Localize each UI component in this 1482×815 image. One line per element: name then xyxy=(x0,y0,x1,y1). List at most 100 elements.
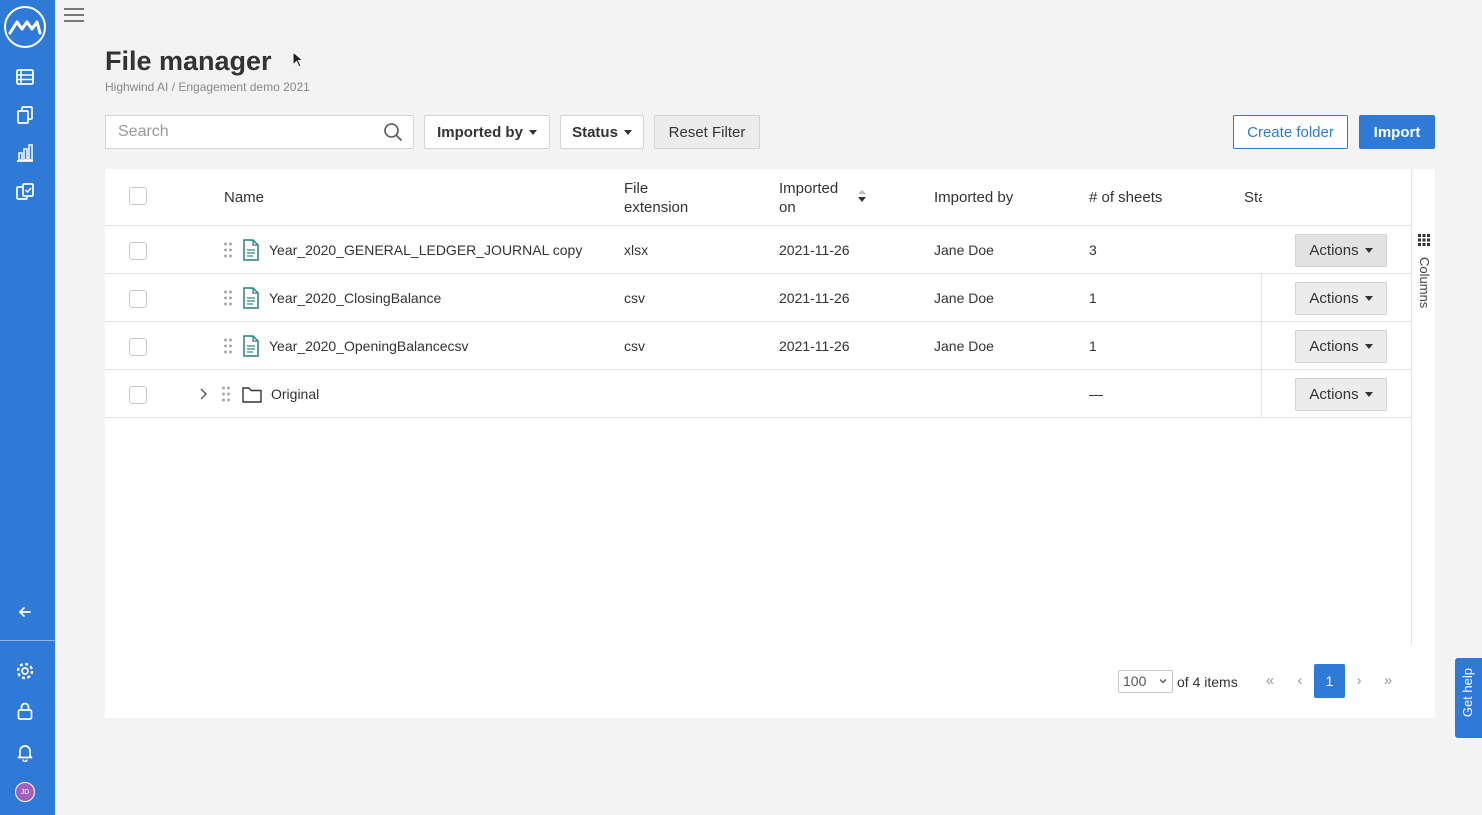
caret-down-icon xyxy=(1364,296,1373,301)
breadcrumb[interactable]: Highwind AI / Engagement demo 2021 xyxy=(105,80,310,94)
columns-panel-toggle[interactable]: Columns xyxy=(1411,169,1435,645)
checklist-icon[interactable] xyxy=(13,180,37,204)
bell-icon[interactable] xyxy=(13,740,37,764)
row-checkbox[interactable] xyxy=(129,338,147,356)
actions-button[interactable]: Actions xyxy=(1295,330,1387,363)
sheet-count: 3 xyxy=(1089,242,1097,258)
file-icon xyxy=(243,335,259,357)
import-button[interactable]: Import xyxy=(1359,115,1435,149)
imported-on: 2021-11-26 xyxy=(779,290,850,306)
imported-by: Jane Doe xyxy=(934,290,994,306)
pagination-total: of 4 items xyxy=(1177,674,1238,690)
last-page-button[interactable]: » xyxy=(1381,672,1395,689)
file-name[interactable]: Year_2020_GENERAL_LEDGER_JOURNAL copy xyxy=(269,242,582,258)
create-folder-button[interactable]: Create folder xyxy=(1233,115,1348,149)
logo-icon[interactable] xyxy=(4,6,46,48)
current-page-button[interactable]: 1 xyxy=(1314,664,1345,698)
status-filter-button[interactable]: Status xyxy=(560,115,644,149)
column-header-ext-line1: File xyxy=(624,180,649,197)
column-header-sheets[interactable]: # of sheets xyxy=(1089,188,1162,207)
imported-on: 2021-11-26 xyxy=(779,242,850,258)
search-icon[interactable] xyxy=(383,122,403,142)
caret-down-icon xyxy=(528,129,537,135)
imported-by-filter-label: Imported by xyxy=(437,123,523,141)
lock-icon[interactable] xyxy=(13,699,37,723)
page-size-value: 100 xyxy=(1123,673,1147,689)
column-divider xyxy=(1261,322,1262,370)
drag-handle-icon[interactable] xyxy=(223,337,233,355)
folder-icon xyxy=(242,387,262,403)
file-extension: csv xyxy=(624,338,645,354)
imported-by: Jane Doe xyxy=(934,338,994,354)
drag-handle-icon[interactable] xyxy=(221,385,231,403)
hamburger-menu-icon[interactable] xyxy=(64,6,84,24)
column-header-name[interactable]: Name xyxy=(224,188,264,207)
column-divider xyxy=(1261,274,1262,322)
caret-down-icon xyxy=(1364,392,1373,397)
actions-label: Actions xyxy=(1309,242,1359,259)
file-name[interactable]: Year_2020_OpeningBalancecsv xyxy=(269,338,469,354)
caret-down-icon xyxy=(623,129,632,135)
file-extension: csv xyxy=(624,290,645,306)
table-row[interactable]: Original — Actions xyxy=(105,370,1411,418)
reset-filter-button[interactable]: Reset Filter xyxy=(654,115,760,149)
mouse-cursor-icon xyxy=(292,51,304,68)
get-help-button[interactable]: Get help xyxy=(1455,658,1482,738)
search-input[interactable] xyxy=(106,116,376,148)
settings-icon[interactable] xyxy=(13,659,37,683)
arrow-left-icon[interactable] xyxy=(13,600,37,624)
file-icon xyxy=(243,239,259,261)
actions-button[interactable]: Actions xyxy=(1295,378,1387,411)
avatar[interactable]: JD xyxy=(15,782,35,802)
row-checkbox[interactable] xyxy=(129,386,147,404)
search-box xyxy=(105,115,414,149)
imported-on: 2021-11-26 xyxy=(779,338,850,354)
sidebar: JD xyxy=(0,0,55,815)
column-header-status[interactable]: Sta xyxy=(1244,188,1262,207)
next-page-button[interactable]: › xyxy=(1352,672,1366,689)
file-name[interactable]: Year_2020_ClosingBalance xyxy=(269,290,441,306)
row-checkbox[interactable] xyxy=(129,290,147,308)
select-all-checkbox[interactable] xyxy=(129,187,147,205)
grid-table-icon[interactable] xyxy=(13,65,37,89)
documents-icon[interactable] xyxy=(13,103,37,127)
get-help-label: Get help xyxy=(1460,668,1475,718)
actions-button[interactable]: Actions xyxy=(1295,282,1387,315)
sheet-count: — xyxy=(1089,386,1103,402)
column-header-imported-on[interactable]: Imported on xyxy=(779,179,838,217)
columns-panel-label: Columns xyxy=(1417,257,1432,309)
chevron-right-icon[interactable] xyxy=(198,387,208,401)
table-header: Name File extension Imported on Imported… xyxy=(105,169,1411,226)
file-extension: xlsx xyxy=(624,242,649,258)
grid-icon xyxy=(1418,234,1430,246)
table-row[interactable]: Year_2020_GENERAL_LEDGER_JOURNAL copy xl… xyxy=(105,226,1411,274)
first-page-button[interactable]: « xyxy=(1263,672,1277,689)
folder-name[interactable]: Original xyxy=(271,386,319,402)
bar-chart-icon[interactable] xyxy=(13,141,37,165)
page-title: File manager xyxy=(105,46,272,76)
status-filter-label: Status xyxy=(572,123,618,141)
drag-handle-icon[interactable] xyxy=(223,241,233,259)
row-checkbox[interactable] xyxy=(129,242,147,260)
table-row[interactable]: Year_2020_ClosingBalance csv 2021-11-26 … xyxy=(105,274,1411,322)
actions-button[interactable]: Actions xyxy=(1295,234,1387,267)
imported-by-filter-button[interactable]: Imported by xyxy=(424,115,550,149)
column-divider xyxy=(1261,370,1262,418)
previous-page-button[interactable]: ‹ xyxy=(1293,672,1307,689)
caret-down-icon xyxy=(1364,248,1373,253)
column-header-imported-by[interactable]: Imported by xyxy=(934,188,1013,207)
sort-icon[interactable] xyxy=(857,189,867,203)
column-header-imported-on-line2: on xyxy=(779,199,796,216)
imported-by: Jane Doe xyxy=(934,242,994,258)
caret-down-icon xyxy=(1364,344,1373,349)
page-size-select[interactable]: 100 xyxy=(1118,670,1173,693)
actions-label: Actions xyxy=(1309,290,1359,307)
file-icon xyxy=(243,287,259,309)
sidebar-divider xyxy=(0,640,55,641)
table-row[interactable]: Year_2020_OpeningBalancecsv csv 2021-11-… xyxy=(105,322,1411,370)
column-header-file-extension[interactable]: File extension xyxy=(624,179,688,217)
drag-handle-icon[interactable] xyxy=(223,289,233,307)
file-table-card: Name File extension Imported on Imported… xyxy=(105,169,1435,718)
sheet-count: 1 xyxy=(1089,338,1097,354)
actions-label: Actions xyxy=(1309,338,1359,355)
